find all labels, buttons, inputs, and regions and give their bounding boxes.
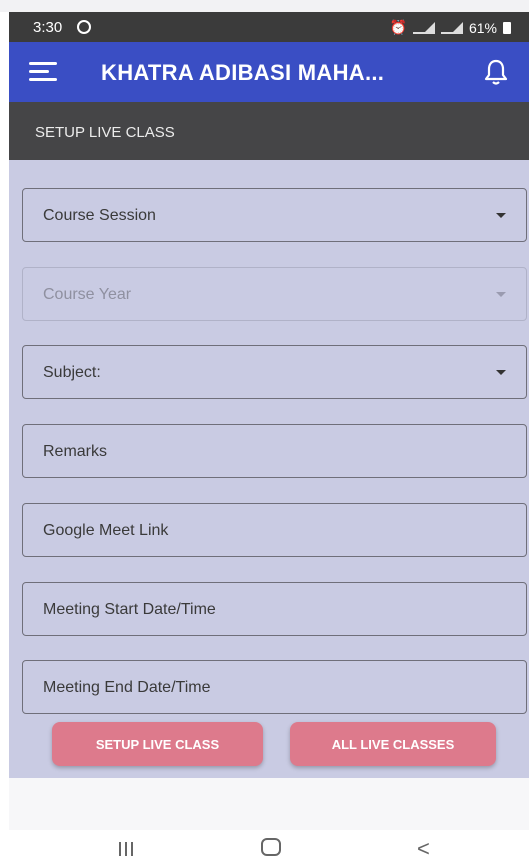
battery-percent: 61% bbox=[468, 19, 497, 36]
nav-recents-icon[interactable] bbox=[119, 842, 135, 856]
battery-icon bbox=[503, 21, 511, 34]
section-title: SETUP LIVE CLASS bbox=[35, 124, 175, 141]
app-bar: KHATRA ADIBASI MAHA... bbox=[9, 42, 529, 102]
status-bar: 3:30 ⏰ 61% bbox=[9, 12, 529, 42]
meet-link-input[interactable]: Google Meet Link bbox=[22, 503, 527, 557]
course-year-select[interactable]: Course Year bbox=[22, 267, 527, 321]
bottom-blank-area bbox=[9, 778, 529, 830]
setup-live-class-button[interactable]: SETUP LIVE CLASS bbox=[52, 722, 263, 766]
caret-down-icon bbox=[496, 370, 506, 375]
whatsapp-icon bbox=[77, 20, 91, 34]
phone-screen: 3:30 ⏰ 61% KHATRA ADIBASI MAHA... SETUP … bbox=[9, 12, 529, 868]
form-content: Course Session Course Year Subject: Rema… bbox=[9, 160, 529, 778]
all-live-classes-button[interactable]: ALL LIVE CLASSES bbox=[290, 722, 496, 766]
remarks-input[interactable]: Remarks bbox=[22, 424, 527, 478]
course-session-label: Course Session bbox=[43, 207, 156, 224]
status-right: ⏰ 61% bbox=[390, 19, 511, 36]
signal-icon bbox=[412, 21, 435, 34]
top-strip bbox=[0, 0, 529, 12]
meet-link-placeholder: Google Meet Link bbox=[43, 522, 169, 539]
section-header: SETUP LIVE CLASS bbox=[9, 102, 529, 160]
menu-icon[interactable] bbox=[29, 62, 57, 82]
bell-icon[interactable] bbox=[483, 58, 509, 86]
caret-down-icon bbox=[496, 292, 506, 297]
status-time: 3:30 bbox=[33, 19, 63, 36]
subject-select[interactable]: Subject: bbox=[22, 345, 527, 399]
app-title: KHATRA ADIBASI MAHA... bbox=[101, 60, 385, 85]
subject-label: Subject: bbox=[43, 364, 101, 381]
remarks-placeholder: Remarks bbox=[43, 443, 108, 460]
alarm-icon: ⏰ bbox=[389, 19, 407, 35]
signal-icon-2 bbox=[440, 21, 463, 34]
start-time-input[interactable]: Meeting Start Date/Time bbox=[22, 582, 527, 636]
start-time-placeholder: Meeting Start Date/Time bbox=[43, 601, 216, 618]
caret-down-icon bbox=[496, 213, 506, 218]
nav-home-icon[interactable] bbox=[261, 838, 281, 856]
end-time-input[interactable]: Meeting End Date/Time bbox=[22, 660, 527, 714]
course-session-select[interactable]: Course Session bbox=[22, 188, 527, 242]
end-time-placeholder: Meeting End Date/Time bbox=[43, 679, 211, 696]
system-nav-bar: < bbox=[9, 830, 529, 868]
nav-back-icon[interactable]: < bbox=[417, 836, 430, 862]
course-year-label: Course Year bbox=[43, 286, 132, 303]
